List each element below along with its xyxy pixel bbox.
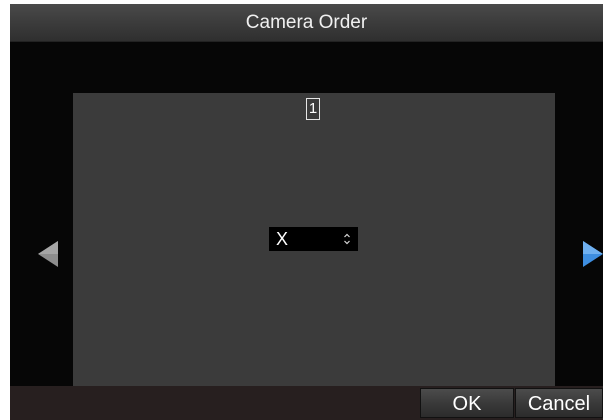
title-bar: Camera Order — [10, 4, 603, 42]
channel-number: 1 — [306, 98, 320, 120]
dialog-title: Camera Order — [245, 12, 368, 33]
chevron-up-down-icon — [344, 233, 350, 245]
camera-select[interactable]: X — [269, 227, 358, 251]
camera-order-panel: 1 X — [73, 93, 555, 386]
bottom-bar: OK Cancel — [10, 386, 603, 420]
ok-button[interactable]: OK — [420, 388, 514, 418]
arrow-right-icon[interactable] — [583, 241, 603, 267]
cancel-button[interactable]: Cancel — [515, 388, 603, 418]
camera-select-value: X — [276, 229, 289, 249]
arrow-left-icon[interactable] — [38, 241, 58, 267]
camera-order-dialog: Camera Order 1 X OK Cancel — [10, 4, 603, 420]
